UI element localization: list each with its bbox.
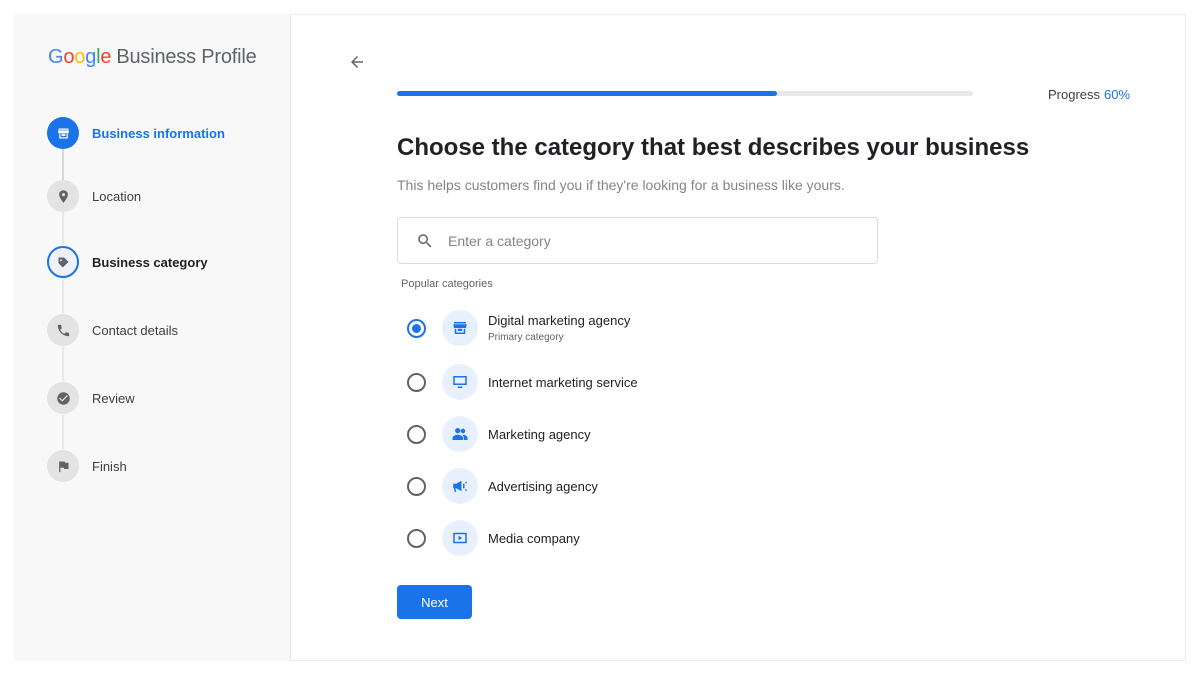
step-label: Location [92, 188, 142, 204]
play-video-icon [442, 520, 478, 556]
category-radio[interactable] [407, 318, 426, 338]
category-name: Marketing agency [488, 426, 591, 442]
step-connector [62, 279, 64, 313]
step-contact-details[interactable]: Contact details [47, 314, 178, 346]
search-icon [416, 232, 434, 250]
step-label: Contact details [92, 322, 178, 338]
step-label: Business information [92, 125, 225, 141]
category-option-media-company[interactable]: Media company [407, 520, 580, 556]
category-tag-icon [47, 246, 79, 278]
next-button[interactable]: Next [397, 585, 472, 619]
category-name: Media company [488, 530, 580, 546]
check-circle-icon [47, 382, 79, 414]
progress-percent: 60% [1104, 87, 1131, 102]
storefront-icon [47, 117, 79, 149]
category-option-digital-marketing-agency[interactable]: Digital marketing agency Primary categor… [407, 310, 630, 346]
category-radio[interactable] [407, 424, 426, 444]
page-subtitle: This helps customers find you if they're… [397, 177, 845, 193]
progress-label: Progress [1048, 87, 1101, 102]
step-connector [62, 347, 64, 381]
people-icon [442, 416, 478, 452]
progress-indicator: Progress 60% [1048, 87, 1130, 102]
step-finish[interactable]: Finish [47, 450, 127, 482]
step-label: Finish [92, 458, 127, 474]
category-name: Digital marketing agency [488, 313, 631, 328]
category-name: Internet marketing service [488, 374, 638, 390]
step-business-information[interactable]: Business information [47, 117, 225, 149]
category-search-input[interactable] [448, 232, 828, 249]
step-connector [62, 415, 64, 449]
sidebar: Google Business Profile Business informat… [14, 14, 291, 661]
step-business-category[interactable]: Business category [47, 246, 208, 278]
progress-bar-fill [397, 91, 778, 96]
category-option-advertising-agency[interactable]: Advertising agency [407, 468, 598, 504]
storefront-icon [442, 310, 478, 346]
category-name: Advertising agency [488, 478, 598, 494]
category-radio[interactable] [407, 528, 426, 548]
page-title: Choose the category that best describes … [397, 134, 1030, 161]
phone-icon [47, 314, 79, 346]
monitor-icon [442, 364, 478, 400]
step-review[interactable]: Review [47, 382, 135, 414]
megaphone-icon [442, 468, 478, 504]
progress-bar [397, 91, 973, 96]
flag-icon [47, 450, 79, 482]
back-arrow-icon[interactable] [345, 50, 369, 74]
category-option-marketing-agency[interactable]: Marketing agency [407, 416, 591, 452]
step-connector [62, 211, 64, 245]
primary-category-tag: Primary category [488, 332, 564, 343]
category-option-internet-marketing-service[interactable]: Internet marketing service [407, 364, 638, 400]
category-radio[interactable] [407, 476, 426, 496]
category-radio[interactable] [407, 372, 426, 392]
step-location[interactable]: Location [47, 180, 141, 212]
location-pin-icon [47, 180, 79, 212]
step-label: Business category [92, 254, 208, 270]
popular-categories-heading: Popular categories [401, 278, 493, 290]
google-business-profile-logo: Google Business Profile [48, 46, 257, 68]
step-label: Review [92, 390, 135, 406]
category-search-box[interactable] [397, 217, 878, 264]
